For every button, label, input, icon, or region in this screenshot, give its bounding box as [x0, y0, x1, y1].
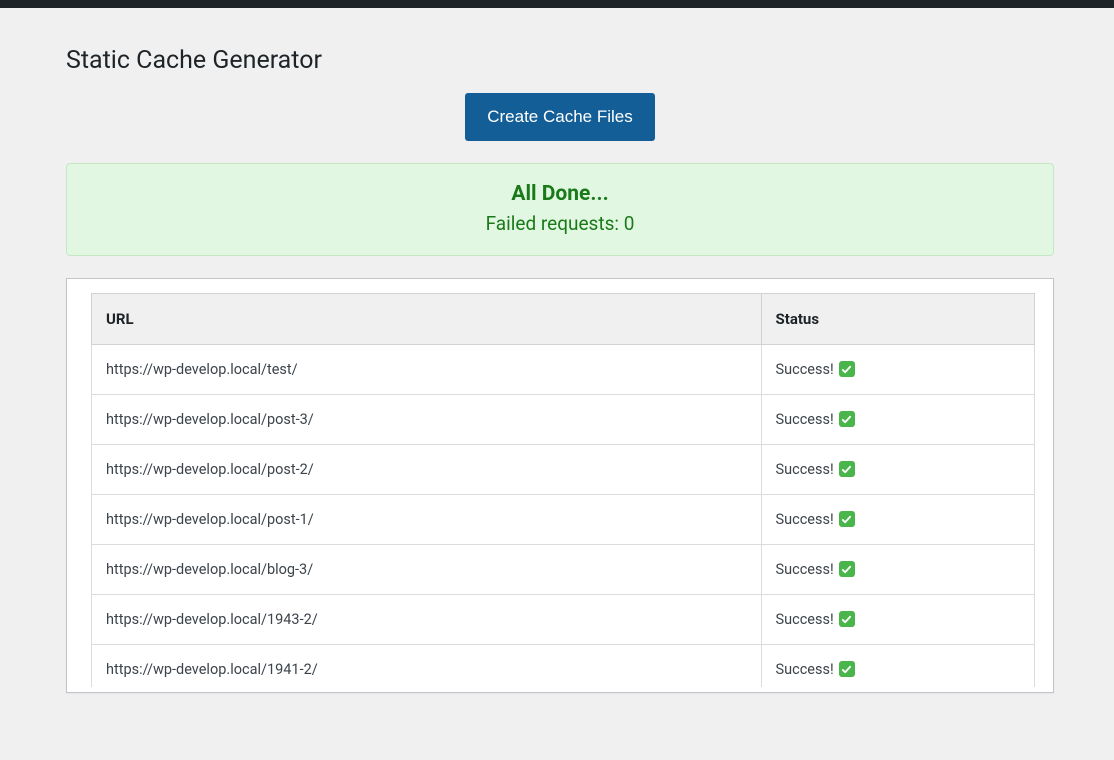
header-url: URL: [92, 293, 762, 344]
status-label: Success!: [776, 661, 834, 678]
status-wrapper: Success!: [776, 661, 855, 678]
status-label: Success!: [776, 561, 834, 578]
cell-url: https://wp-develop.local/test/: [92, 344, 762, 394]
cell-url: https://wp-develop.local/1941-2/: [92, 644, 762, 687]
page-content: Static Cache Generator Create Cache File…: [0, 8, 1114, 693]
status-label: Success!: [776, 611, 834, 628]
checkmark-icon: [839, 611, 855, 627]
checkmark-icon: [839, 411, 855, 427]
status-wrapper: Success!: [776, 561, 855, 578]
table-row: https://wp-develop.local/post-1/Success!: [92, 494, 1035, 544]
status-label: Success!: [776, 461, 834, 478]
table-row: https://wp-develop.local/test/Success!: [92, 344, 1035, 394]
page-title: Static Cache Generator: [66, 46, 1054, 75]
table-row: https://wp-develop.local/post-3/Success!: [92, 394, 1035, 444]
cell-url: https://wp-develop.local/blog-3/: [92, 544, 762, 594]
cell-url: https://wp-develop.local/post-1/: [92, 494, 762, 544]
cell-status: Success!: [761, 594, 1034, 644]
cell-url: https://wp-develop.local/post-2/: [92, 444, 762, 494]
cell-status: Success!: [761, 344, 1034, 394]
cell-status: Success!: [761, 394, 1034, 444]
results-scroll-area[interactable]: URL Status https://wp-develop.local/test…: [91, 293, 1039, 687]
status-wrapper: Success!: [776, 511, 855, 528]
cell-status: Success!: [761, 444, 1034, 494]
checkmark-icon: [839, 561, 855, 577]
table-row: https://wp-develop.local/1943-2/Success!: [92, 594, 1035, 644]
cell-status: Success!: [761, 644, 1034, 687]
notice-success: All Done... Failed requests: 0: [66, 163, 1054, 256]
results-panel: URL Status https://wp-develop.local/test…: [66, 278, 1054, 693]
create-cache-button[interactable]: Create Cache Files: [465, 93, 655, 141]
status-wrapper: Success!: [776, 361, 855, 378]
checkmark-icon: [839, 361, 855, 377]
table-row: https://wp-develop.local/1941-2/Success!: [92, 644, 1035, 687]
status-wrapper: Success!: [776, 411, 855, 428]
table-row: https://wp-develop.local/post-2/Success!: [92, 444, 1035, 494]
status-label: Success!: [776, 411, 834, 428]
notice-failed-count: 0: [624, 212, 635, 235]
notice-title: All Done...: [77, 182, 1043, 206]
checkmark-icon: [839, 511, 855, 527]
results-table: URL Status https://wp-develop.local/test…: [91, 293, 1035, 687]
header-status: Status: [761, 293, 1034, 344]
checkmark-icon: [839, 661, 855, 677]
status-wrapper: Success!: [776, 461, 855, 478]
button-wrap: Create Cache Files: [66, 93, 1054, 141]
status-wrapper: Success!: [776, 611, 855, 628]
status-label: Success!: [776, 361, 834, 378]
notice-subtitle-prefix: Failed requests:: [486, 212, 624, 235]
table-header-row: URL Status: [92, 293, 1035, 344]
cell-url: https://wp-develop.local/1943-2/: [92, 594, 762, 644]
admin-top-bar: [0, 0, 1114, 8]
cell-status: Success!: [761, 544, 1034, 594]
table-row: https://wp-develop.local/blog-3/Success!: [92, 544, 1035, 594]
notice-subtitle: Failed requests: 0: [77, 212, 1043, 235]
checkmark-icon: [839, 461, 855, 477]
status-label: Success!: [776, 511, 834, 528]
cell-status: Success!: [761, 494, 1034, 544]
cell-url: https://wp-develop.local/post-3/: [92, 394, 762, 444]
